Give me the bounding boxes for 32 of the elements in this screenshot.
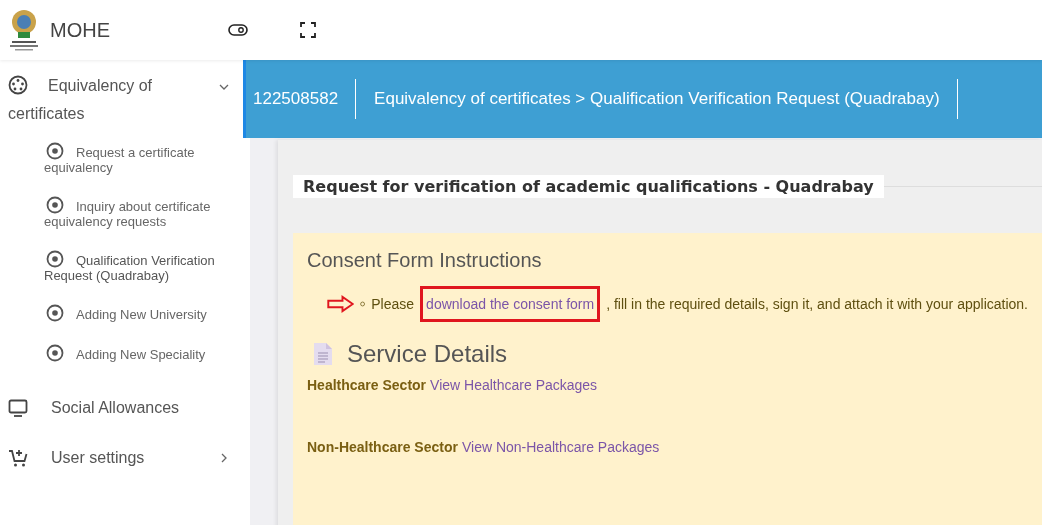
cart-icon xyxy=(8,448,28,468)
sidebar-menu-item[interactable]: Social Allowances xyxy=(0,383,250,433)
sidebar-menu-item[interactable]: User settings xyxy=(0,433,250,483)
submenu-item[interactable]: Adding New University xyxy=(44,304,234,323)
packages-link[interactable]: View Non-Healthcare Packages xyxy=(461,439,660,455)
radio-dot-icon xyxy=(46,343,64,362)
instructions-heading: Consent Form Instructions xyxy=(307,249,543,272)
sector-label: Healthcare Sector xyxy=(307,377,427,393)
submenu-item[interactable]: Request a certificate equivalency xyxy=(44,142,234,175)
submenu-item[interactable]: Adding New Speciality xyxy=(44,343,234,362)
bullet-icon xyxy=(360,300,366,308)
packages-link[interactable]: View Healthcare Packages xyxy=(430,377,598,393)
radio-dot-icon xyxy=(46,142,64,160)
palette-icon xyxy=(8,75,28,95)
service-details-heading: Service Details xyxy=(347,340,508,368)
radio-dot-icon xyxy=(46,304,64,322)
document-icon xyxy=(313,342,333,366)
breadcrumb-path: Equivalency of certificates > Qualification Verification Request (Quadrabay) xyxy=(356,79,958,119)
request-number: 122508582 xyxy=(246,79,357,119)
fullscreen-icon[interactable] xyxy=(300,22,316,38)
consent-form-link[interactable]: download the consent form xyxy=(426,295,595,313)
submenu-item[interactable]: Inquiry about certificate equivalency requests xyxy=(44,196,234,229)
monitor-icon xyxy=(8,398,28,418)
radio-dot-icon xyxy=(46,196,64,214)
brand-name: MOHE xyxy=(50,18,110,42)
radio-dot-icon xyxy=(46,250,64,268)
instruction-text: Please xyxy=(371,296,415,312)
sector-label: Non-Healthcare Sector xyxy=(307,439,458,455)
instruction-text: , fill in the required details, sign it, and attach it with your application. xyxy=(606,296,1028,312)
toggle-icon[interactable] xyxy=(228,24,248,36)
submenu-item[interactable]: Qualification Verification Request (Quadrabay) xyxy=(44,250,234,283)
page-title: Request for verification of academic qualifications - Quadrabay xyxy=(293,174,884,198)
